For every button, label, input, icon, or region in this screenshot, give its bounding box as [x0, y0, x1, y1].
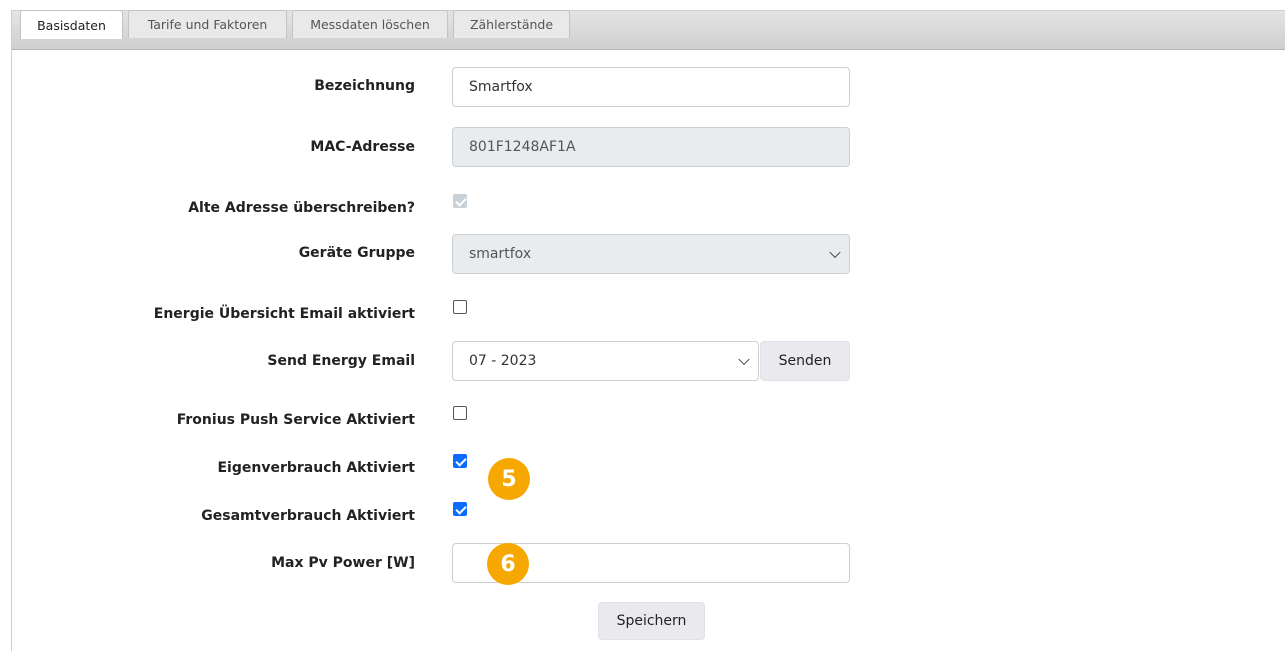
check-icon	[455, 455, 467, 467]
send-energy-month-select[interactable]: 07 - 2023	[452, 341, 759, 381]
alte-adresse-label: Alte Adresse überschreiben?	[188, 200, 415, 216]
eigenverbrauch-checkbox[interactable]	[453, 454, 467, 468]
check-icon	[455, 503, 467, 515]
mac-adresse-input: 801F1248AF1A	[452, 127, 850, 167]
mac-adresse-label: MAC-Adresse	[310, 139, 415, 155]
tab-basisdaten[interactable]: Basisdaten	[20, 10, 123, 39]
senden-button[interactable]: Senden	[760, 341, 850, 381]
tab-tarife-und-faktoren[interactable]: Tarife und Faktoren	[128, 10, 287, 38]
fronius-label: Fronius Push Service Aktiviert	[176, 412, 415, 428]
energie-uebersicht-checkbox[interactable]	[453, 300, 467, 314]
annotation-badge-6: 6	[487, 543, 529, 585]
annotation-badge-5: 5	[488, 458, 530, 500]
gesamtverbrauch-label: Gesamtverbrauch Aktiviert	[201, 508, 415, 524]
mac-adresse-value: 801F1248AF1A	[469, 139, 576, 155]
tab-zaehlerstaende[interactable]: Zählerstände	[453, 10, 570, 38]
energie-uebersicht-label: Energie Übersicht Email aktiviert	[153, 306, 415, 322]
bezeichnung-value: Smartfox	[469, 79, 533, 95]
bezeichnung-input[interactable]: Smartfox	[452, 67, 850, 107]
tab-messdaten-loeschen[interactable]: Messdaten löschen	[292, 10, 448, 38]
geraete-gruppe-label: Geräte Gruppe	[298, 245, 415, 261]
send-energy-month-value: 07 - 2023	[469, 353, 537, 369]
chevron-down-icon	[738, 353, 750, 366]
geraete-gruppe-select[interactable]: smartfox	[452, 234, 850, 274]
max-pv-power-label: Max Pv Power [W]	[271, 555, 415, 571]
gesamtverbrauch-checkbox[interactable]	[453, 502, 467, 516]
chevron-down-icon	[829, 246, 841, 259]
fronius-checkbox[interactable]	[453, 406, 467, 420]
bezeichnung-label: Bezeichnung	[314, 78, 415, 94]
alte-adresse-checkbox	[453, 194, 467, 208]
geraete-gruppe-value: smartfox	[469, 246, 532, 262]
speichern-button[interactable]: Speichern	[598, 602, 705, 640]
send-energy-email-label: Send Energy Email	[267, 353, 415, 369]
check-icon	[455, 195, 467, 207]
eigenverbrauch-label: Eigenverbrauch Aktiviert	[217, 460, 415, 476]
